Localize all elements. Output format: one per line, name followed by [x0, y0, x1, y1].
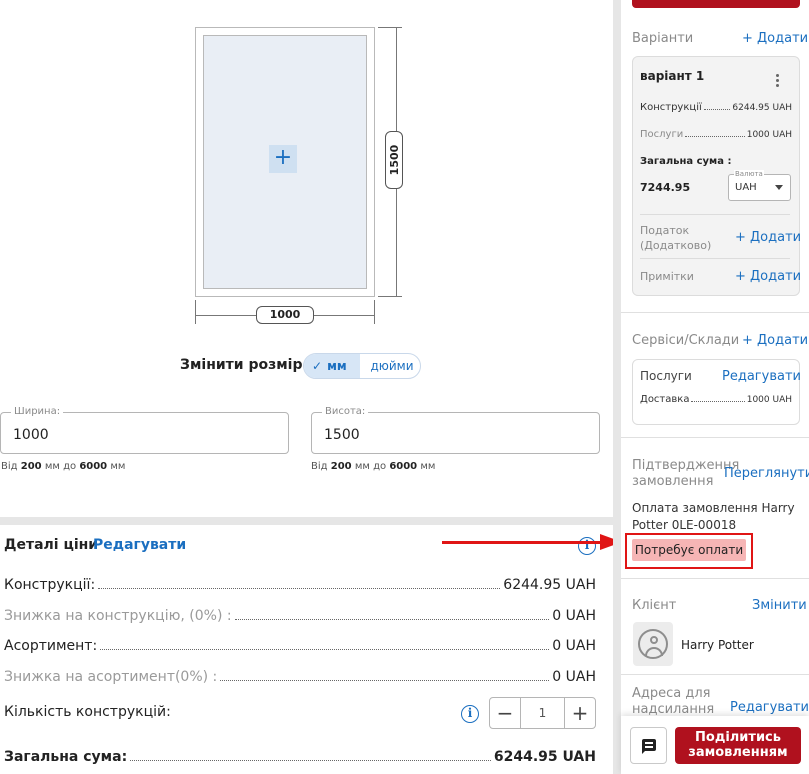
share-order-button[interactable]: Поділитись замовленням [675, 727, 801, 764]
annotation-highlight [625, 533, 753, 569]
height-field-legend: Висота: [322, 406, 369, 417]
width-dimension-label[interactable]: 1000 [256, 306, 314, 324]
currency-value: UAH [735, 182, 757, 193]
chat-icon [642, 739, 656, 754]
height-dimension-text: 1500 [388, 144, 401, 176]
price-edit-link[interactable]: Редагувати [93, 537, 186, 553]
dimension-tick [374, 300, 375, 324]
price-row-label: Асортимент: [4, 638, 98, 654]
price-row-label: Знижка на асортимент(0%) : [4, 669, 218, 685]
width-field-legend: Ширина: [11, 406, 64, 417]
height-dimension-label[interactable]: 1500 [385, 131, 403, 189]
address-title: Адреса для надсилання [632, 686, 715, 717]
dimension-tick [378, 27, 402, 28]
quantity-stepper[interactable]: − 1 + [489, 697, 596, 729]
price-row-label: Конструкції: [4, 577, 96, 593]
divider [621, 312, 809, 313]
price-details-title: Деталі ціни [4, 537, 99, 553]
services-card-title: Послуги [640, 369, 692, 383]
delivery-row: Доставка 1000 UAH [640, 394, 792, 405]
add-element-button[interactable]: + [269, 145, 297, 173]
top-action-button[interactable] [632, 0, 800, 8]
dimension-tick [195, 300, 196, 324]
variant-constructions-row: Конструкції 6244.95 UAH [640, 102, 792, 113]
quantity-info-icon[interactable]: i [461, 705, 479, 723]
unit-inch-option[interactable]: дюйми [364, 354, 420, 378]
variant-total-value: 7244.95 [640, 181, 691, 194]
minus-button[interactable]: − [490, 698, 520, 728]
column-divider [613, 0, 621, 774]
price-row-value: 0 UAH [552, 638, 596, 654]
price-row-constructions: Конструкції: 6244.95 UAH [4, 573, 596, 593]
address-edit-link[interactable]: Редагувати [730, 700, 809, 715]
divider [621, 437, 809, 438]
currency-legend: Валюта [734, 170, 764, 178]
tax-label: Податок (Додатково) [640, 224, 712, 252]
add-variant-link[interactable]: + Додати [742, 31, 808, 46]
info-icon[interactable]: i [578, 537, 596, 555]
add-notes-link[interactable]: + Додати [735, 269, 801, 284]
resize-label: Змінити розмір [180, 357, 303, 373]
price-row-construction-discount: Знижка на конструкцію, (0%) : 0 UAH [4, 604, 596, 624]
price-row-value: 0 UAH [552, 608, 596, 624]
plus-icon: + [273, 145, 293, 170]
notes-label: Примітки [640, 270, 694, 283]
divider [640, 214, 790, 215]
client-title: Клієнт [632, 598, 677, 613]
height-hint: Від 200 мм до 6000 мм [311, 461, 436, 472]
width-hint: Від 200 мм до 6000 мм [1, 461, 126, 472]
width-field-value[interactable]: 1000 [13, 427, 49, 443]
quantity-value[interactable]: 1 [520, 698, 565, 728]
unit-toggle[interactable]: ✓ мм дюйми [303, 353, 421, 379]
plus-button[interactable]: + [565, 698, 595, 728]
divider [621, 578, 809, 579]
price-row-value: 6244.95 UAH [503, 577, 596, 593]
avatar [633, 622, 673, 666]
variants-title: Варіанти [632, 31, 694, 46]
confirmation-text: Оплата замовлення Harry Potter 0LE-00018 [632, 501, 795, 532]
annotation-arrow-line [442, 541, 602, 544]
more-icon[interactable] [776, 74, 780, 89]
unit-mm-option[interactable]: ✓ мм [304, 354, 360, 378]
price-total-row: Загальна сума: 6244.95 UAH [4, 745, 596, 765]
section-divider [0, 517, 613, 525]
height-field[interactable]: Висота: 1500 [311, 406, 600, 454]
total-value: 6244.95 UAH [493, 749, 596, 765]
view-confirmation-link[interactable]: Переглянути [724, 466, 809, 481]
price-row-assortment-discount: Знижка на асортимент(0%) : 0 UAH [4, 665, 596, 685]
width-field[interactable]: Ширина: 1000 [0, 406, 289, 454]
price-row-value: 0 UAH [552, 669, 596, 685]
price-row-assortment: Асортимент: 0 UAH [4, 634, 596, 654]
chevron-down-icon [775, 185, 783, 190]
total-label: Загальна сума: [4, 749, 128, 765]
services-title: Сервіси/Склади [632, 333, 740, 348]
divider [621, 674, 809, 675]
services-edit-link[interactable]: Редагувати [722, 369, 801, 384]
height-field-value[interactable]: 1500 [324, 427, 360, 443]
unit-mm-label: мм [327, 359, 347, 373]
check-icon: ✓ [312, 359, 323, 373]
variant-total-label: Загальна сума : [640, 156, 732, 167]
variant-name: варіант 1 [640, 69, 705, 83]
add-tax-link[interactable]: + Додати [735, 230, 801, 245]
quantity-label: Кількість конструкцій: [4, 704, 171, 720]
client-name: Harry Potter [681, 638, 754, 652]
currency-select[interactable]: Валюта UAH [728, 170, 791, 201]
dimension-tick [378, 296, 402, 297]
price-row-label: Знижка на конструкцію, (0%) : [4, 608, 232, 624]
change-client-link[interactable]: Змінити [752, 598, 807, 613]
user-icon [638, 629, 668, 659]
add-service-link[interactable]: + Додати [742, 333, 808, 348]
variant-services-row: Послуги 1000 UAH [640, 129, 792, 140]
chat-button[interactable] [630, 727, 667, 764]
divider [640, 258, 790, 259]
